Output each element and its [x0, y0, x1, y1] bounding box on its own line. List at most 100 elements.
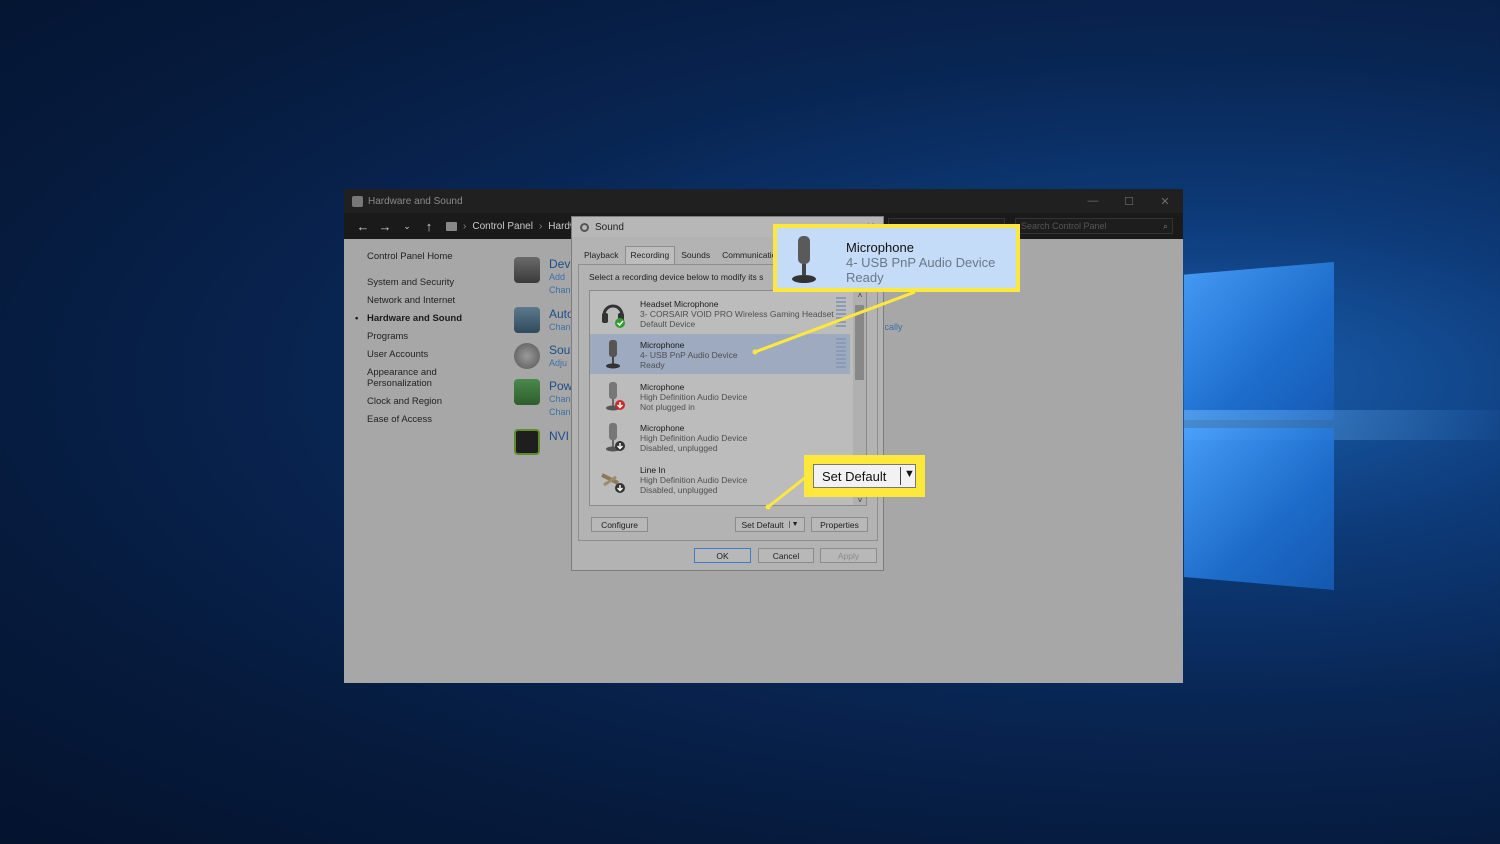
category-link[interactable]: Chan — [549, 321, 574, 334]
tab-playback[interactable]: Playback — [578, 246, 625, 264]
search-input[interactable]: Search Control Panel ⌕ — [1015, 218, 1173, 234]
level-meter — [836, 297, 846, 329]
window-titlebar[interactable]: Hardware and Sound — ☐ ✕ — [344, 189, 1183, 213]
category-title[interactable]: NVI — [549, 429, 569, 443]
properties-button[interactable]: Properties — [811, 517, 868, 532]
category-autoplay[interactable]: Auto Chan — [514, 307, 574, 334]
speaker-icon — [514, 343, 540, 369]
printer-icon — [514, 257, 540, 283]
callout-device-name: Microphone — [846, 240, 914, 255]
sidebar-item-system-security[interactable]: System and Security — [367, 277, 462, 288]
dropdown-arrow-icon[interactable]: ▼ — [788, 521, 799, 528]
sidebar-item-programs[interactable]: Programs — [367, 331, 462, 342]
sidebar-item-appearance[interactable]: Appearance and Personalization — [367, 367, 447, 389]
category-link[interactable]: Chan — [549, 284, 573, 297]
device-status: Ready — [640, 360, 665, 370]
breadcrumb-separator-icon: › — [538, 220, 543, 232]
sound-icon — [580, 222, 589, 232]
maximize-icon[interactable]: ☐ — [1111, 195, 1147, 208]
device-status: Not plugged in — [640, 402, 695, 412]
category-title[interactable]: Auto — [549, 307, 574, 321]
category-power[interactable]: Pow Chan Chan — [514, 379, 572, 419]
microphone-icon — [606, 382, 625, 411]
list-item[interactable]: Microphone 4- USB PnP Audio Device Ready — [590, 334, 850, 374]
tab-sounds[interactable]: Sounds — [675, 246, 716, 264]
windows-logo-pane-top — [1184, 262, 1334, 420]
set-default-button-zoomed[interactable]: Set Default ▼ — [813, 464, 916, 488]
category-title[interactable]: Pow — [549, 379, 572, 393]
callout-microphone: Microphone 4- USB PnP Audio Device Ready — [773, 224, 1020, 292]
instruction-text: Select a recording device below to modif… — [589, 272, 764, 282]
callout-device-status: Ready — [846, 270, 884, 285]
category-link[interactable]: Chan — [549, 406, 572, 419]
apply-label: Apply — [837, 550, 860, 561]
minimize-icon[interactable]: — — [1075, 195, 1111, 208]
scroll-thumb[interactable] — [855, 305, 864, 380]
chevron-down-icon[interactable]: ⌄ — [396, 221, 418, 232]
device-name: Line In — [640, 465, 666, 475]
category-nvidia[interactable]: NVI — [514, 429, 569, 455]
sidebar-item-ease-of-access[interactable]: Ease of Access — [367, 414, 462, 425]
microphone-icon — [792, 236, 816, 283]
apply-button[interactable]: Apply — [820, 548, 877, 563]
ok-button[interactable]: OK — [694, 548, 751, 563]
callout-device-description: 4- USB PnP Audio Device — [846, 255, 996, 270]
close-icon[interactable]: ✕ — [1147, 195, 1183, 208]
callout-set-default: Set Default ▼ — [804, 455, 925, 497]
search-placeholder: Search Control Panel — [1021, 221, 1107, 231]
category-link[interactable]: Add — [549, 271, 573, 284]
configure-label: Configure — [601, 519, 638, 530]
category-link[interactable]: Chan — [549, 393, 572, 406]
up-arrow-icon[interactable]: ↑ — [418, 219, 440, 234]
sidebar-item-network[interactable]: Network and Internet — [367, 295, 462, 306]
configure-button[interactable]: Configure — [591, 517, 648, 532]
breadcrumb-control-panel[interactable]: Control Panel — [472, 221, 533, 232]
sidebar: Control Panel Home System and Security N… — [355, 251, 462, 432]
category-sound[interactable]: Soun Adju — [514, 343, 577, 370]
device-status: Disabled, unplugged — [640, 485, 718, 495]
sidebar-item-clock-region[interactable]: Clock and Region — [367, 396, 462, 407]
dropdown-arrow-icon[interactable]: ▼ — [904, 468, 915, 480]
microphone-icon — [606, 340, 620, 369]
autoplay-icon — [514, 307, 540, 333]
power-icon — [514, 379, 540, 405]
tab-bar: Playback Recording Sounds Communications — [578, 246, 791, 264]
device-status: Disabled, unplugged — [640, 443, 718, 453]
cancel-label: Cancel — [772, 550, 800, 561]
scroll-down-icon[interactable]: ˅ — [853, 496, 866, 505]
list-item[interactable]: Headset Microphone 3- CORSAIR VOID PRO W… — [590, 293, 850, 333]
scroll-up-icon[interactable]: ˄ — [853, 291, 866, 300]
sidebar-item-hardware-sound[interactable]: Hardware and Sound — [355, 313, 462, 324]
sidebar-item-user-accounts[interactable]: User Accounts — [367, 349, 462, 360]
category-title[interactable]: Devi — [549, 257, 573, 271]
line-in-icon — [601, 473, 625, 493]
device-description: 4- USB PnP Audio Device — [640, 350, 738, 360]
device-description: High Definition Audio Device — [640, 475, 748, 485]
set-default-button[interactable]: Set Default ▼ — [735, 517, 805, 532]
forward-arrow-icon[interactable]: → — [374, 219, 396, 234]
sidebar-item-home[interactable]: Control Panel Home — [367, 251, 462, 262]
device-name: Microphone — [640, 340, 685, 350]
device-description: High Definition Audio Device — [640, 433, 748, 443]
search-icon[interactable]: ⌕ — [1163, 219, 1168, 233]
split-divider — [900, 467, 901, 485]
list-item[interactable]: Microphone High Definition Audio Device … — [590, 417, 850, 457]
breadcrumb-separator-icon: › — [463, 220, 467, 232]
ok-label: OK — [716, 550, 729, 561]
device-name: Microphone — [640, 382, 685, 392]
list-item[interactable]: Microphone High Definition Audio Device … — [590, 376, 850, 416]
properties-label: Properties — [820, 519, 859, 530]
device-status: Default Device — [640, 319, 696, 329]
category-devices[interactable]: Devi Add Chan — [514, 257, 573, 297]
breadcrumb-cp-icon — [446, 221, 457, 231]
callout-set-default-label: Set Default — [822, 468, 887, 484]
window-controls: — ☐ ✕ — [1075, 195, 1183, 208]
tab-recording[interactable]: Recording — [624, 246, 676, 264]
device-name: Headset Microphone — [640, 299, 719, 309]
headset-icon — [602, 304, 625, 328]
level-meter — [836, 338, 846, 370]
device-name: Microphone — [640, 423, 685, 433]
control-panel-icon — [352, 195, 363, 207]
cancel-button[interactable]: Cancel — [758, 548, 814, 563]
back-arrow-icon[interactable]: ← — [352, 219, 374, 234]
